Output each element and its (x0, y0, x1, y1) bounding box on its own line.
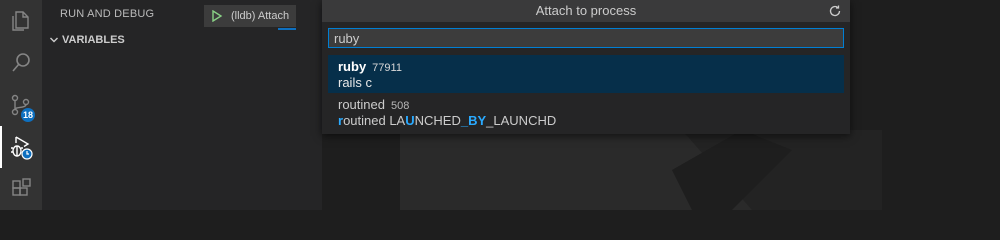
process-pid: 508 (390, 100, 410, 112)
process-filter-input[interactable] (328, 28, 844, 48)
detail-text: NCHED (414, 113, 461, 128)
process-item-routined[interactable]: routined 508 routined LAUNCHED_BY_LAUNCHD (328, 93, 844, 131)
explorer-icon[interactable] (0, 0, 42, 42)
source-control-badge: 18 (21, 108, 35, 122)
process-detail: rails c (338, 75, 372, 90)
process-item-ruby[interactable]: ruby 77911 rails c (328, 55, 844, 93)
run-debug-sidebar: RUN AND DEBUG (lldb) Attach VARIABLES (42, 0, 322, 210)
activity-bar: 18 (0, 0, 42, 210)
variables-section-label: VARIABLES (62, 34, 125, 46)
start-debugging-icon[interactable] (211, 10, 223, 22)
launch-config-label: (lldb) Attach (231, 10, 290, 22)
process-name-match: ruby (338, 59, 367, 74)
detail-text: outined LA (343, 113, 406, 128)
run-debug-icon[interactable] (0, 126, 42, 168)
attach-to-process-quick-pick: Attach to process ruby 77911 rails c rout… (322, 0, 850, 134)
extensions-icon[interactable] (0, 168, 42, 210)
launch-config-dropdown[interactable]: (lldb) Attach (204, 5, 296, 27)
detail-match: U (405, 113, 415, 128)
sidebar-title: RUN AND DEBUG (60, 8, 155, 20)
variables-section-header[interactable]: VARIABLES (48, 34, 125, 46)
quick-pick-title: Attach to process (322, 0, 850, 22)
focus-underline (278, 28, 296, 30)
process-name: routined (338, 97, 385, 112)
search-icon[interactable] (0, 42, 42, 84)
source-control-icon[interactable]: 18 (0, 84, 42, 126)
process-detail: routined LAUNCHED_BY_LAUNCHD (338, 113, 556, 128)
refresh-icon[interactable] (828, 4, 842, 18)
detail-text: _LAUNCHD (486, 113, 557, 128)
detail-match: _BY (460, 113, 487, 128)
chevron-down-icon (50, 37, 58, 43)
process-pid: 77911 (372, 62, 402, 74)
